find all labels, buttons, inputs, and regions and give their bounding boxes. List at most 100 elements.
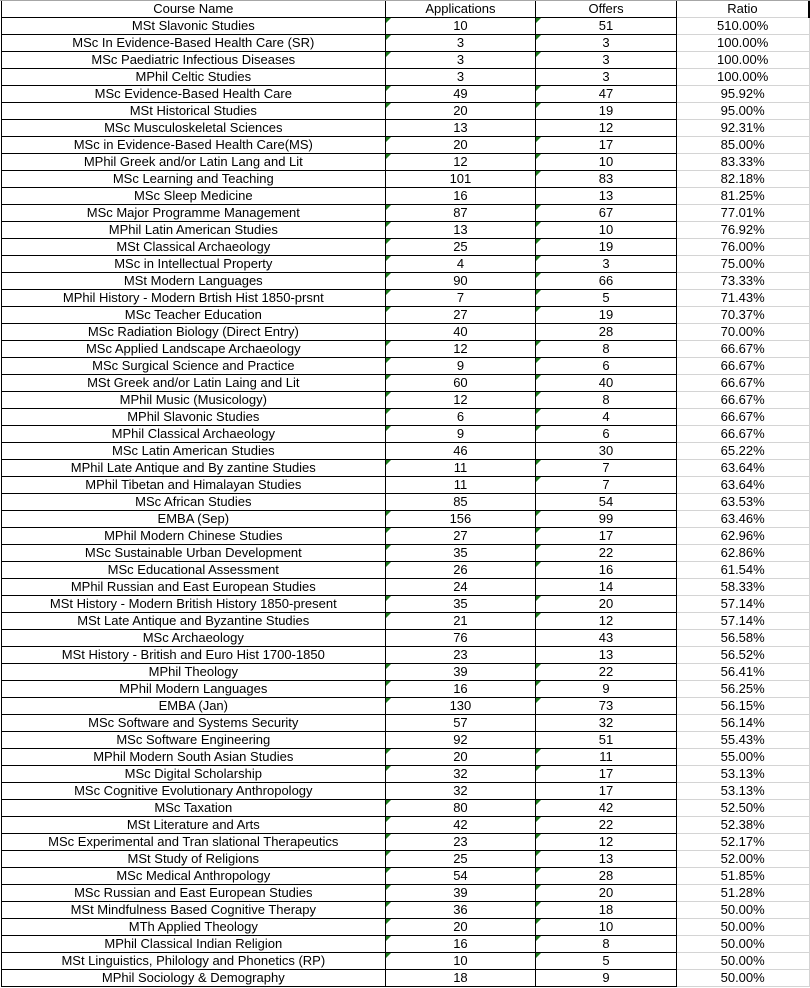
cell-ratio[interactable]: 55.00% [675,748,810,766]
cell-ratio[interactable]: 55.43% [675,731,810,749]
cell-ratio[interactable]: 56.52% [675,646,810,664]
cell-applications[interactable]: 13 [384,221,537,239]
cell-applications[interactable]: 3 [384,51,537,69]
cell-course-name[interactable]: MSt Classical Archaeology [1,238,386,256]
cell-applications[interactable]: 40 [384,323,537,341]
cell-offers[interactable]: 18 [535,901,677,919]
cell-applications[interactable]: 11 [384,459,537,477]
cell-applications[interactable]: 130 [384,697,537,715]
cell-applications[interactable]: 16 [384,935,537,953]
cell-applications[interactable]: 3 [384,68,537,86]
cell-course-name[interactable]: MPhil Slavonic Studies [1,408,386,426]
cell-ratio[interactable]: 70.00% [675,323,810,341]
cell-applications[interactable]: 6 [384,408,537,426]
cell-applications[interactable]: 156 [384,510,537,528]
cell-course-name[interactable]: MSc Digital Scholarship [1,765,386,783]
cell-applications[interactable]: 87 [384,204,537,222]
cell-course-name[interactable]: MSc Medical Anthropology [1,867,386,885]
cell-offers[interactable]: 8 [535,935,677,953]
cell-offers[interactable]: 67 [535,204,677,222]
cell-ratio[interactable]: 92.31% [675,119,810,137]
cell-ratio[interactable]: 50.00% [675,901,810,919]
cell-course-name[interactable]: MSc in Evidence-Based Health Care(MS) [1,136,386,154]
cell-offers[interactable]: 30 [535,442,677,460]
cell-ratio[interactable]: 63.53% [675,493,810,511]
cell-ratio[interactable]: 50.00% [675,969,810,987]
cell-ratio[interactable]: 63.64% [675,459,810,477]
cell-ratio[interactable]: 83.33% [675,153,810,171]
cell-offers[interactable]: 9 [535,969,677,987]
cell-ratio[interactable]: 82.18% [675,170,810,188]
cell-applications[interactable]: 16 [384,187,537,205]
cell-offers[interactable]: 3 [535,34,677,52]
cell-course-name[interactable]: MPhil Latin American Studies [1,221,386,239]
cell-course-name[interactable]: MSc Experimental and Tran slational Ther… [1,833,386,851]
cell-applications[interactable]: 10 [384,952,537,970]
cell-ratio[interactable]: 52.00% [675,850,810,868]
cell-course-name[interactable]: MSc African Studies [1,493,386,511]
cell-course-name[interactable]: MSt Late Antique and Byzantine Studies [1,612,386,630]
cell-ratio[interactable]: 66.67% [675,391,810,409]
cell-applications[interactable]: 24 [384,578,537,596]
cell-offers[interactable]: 54 [535,493,677,511]
cell-ratio[interactable]: 76.92% [675,221,810,239]
cell-applications[interactable]: 39 [384,663,537,681]
cell-applications[interactable]: 39 [384,884,537,902]
cell-ratio[interactable]: 73.33% [675,272,810,290]
cell-ratio[interactable]: 52.38% [675,816,810,834]
cell-applications[interactable]: 46 [384,442,537,460]
cell-offers[interactable]: 10 [535,918,677,936]
cell-ratio[interactable]: 63.46% [675,510,810,528]
cell-course-name[interactable]: MSc Software and Systems Security [1,714,386,732]
cell-course-name[interactable]: MSc Learning and Teaching [1,170,386,188]
cell-applications[interactable]: 25 [384,238,537,256]
cell-ratio[interactable]: 100.00% [675,34,810,52]
cell-applications[interactable]: 92 [384,731,537,749]
cell-ratio[interactable]: 62.96% [675,527,810,545]
cell-applications[interactable]: 60 [384,374,537,392]
cell-applications[interactable]: 20 [384,102,537,120]
cell-offers[interactable]: 17 [535,136,677,154]
cell-offers[interactable]: 3 [535,68,677,86]
cell-course-name[interactable]: MSt Modern Languages [1,272,386,290]
cell-course-name[interactable]: MSc Latin American Studies [1,442,386,460]
cell-offers[interactable]: 40 [535,374,677,392]
cell-applications[interactable]: 85 [384,493,537,511]
cell-course-name[interactable]: MPhil Celtic Studies [1,68,386,86]
cell-applications[interactable]: 25 [384,850,537,868]
cell-applications[interactable]: 80 [384,799,537,817]
cell-offers[interactable]: 22 [535,663,677,681]
header-ratio[interactable]: Ratio [675,1,810,18]
cell-ratio[interactable]: 52.17% [675,833,810,851]
cell-applications[interactable]: 27 [384,306,537,324]
cell-offers[interactable]: 10 [535,221,677,239]
cell-ratio[interactable]: 66.67% [675,425,810,443]
cell-applications[interactable]: 9 [384,425,537,443]
cell-offers[interactable]: 14 [535,578,677,596]
cell-applications[interactable]: 23 [384,646,537,664]
cell-offers[interactable]: 22 [535,816,677,834]
cell-course-name[interactable]: MPhil Sociology & Demography [1,969,386,987]
cell-offers[interactable]: 11 [535,748,677,766]
cell-ratio[interactable]: 61.54% [675,561,810,579]
cell-course-name[interactable]: MPhil Modern South Asian Studies [1,748,386,766]
cell-applications[interactable]: 35 [384,544,537,562]
cell-applications[interactable]: 18 [384,969,537,987]
cell-ratio[interactable]: 77.01% [675,204,810,222]
cell-offers[interactable]: 51 [535,17,677,35]
cell-course-name[interactable]: MSt Mindfulness Based Cognitive Therapy [1,901,386,919]
cell-offers[interactable]: 7 [535,476,677,494]
cell-course-name[interactable]: MSc Major Programme Management [1,204,386,222]
cell-offers[interactable]: 12 [535,612,677,630]
cell-offers[interactable]: 20 [535,595,677,613]
cell-applications[interactable]: 101 [384,170,537,188]
cell-offers[interactable]: 16 [535,561,677,579]
cell-offers[interactable]: 13 [535,187,677,205]
cell-course-name[interactable]: MSt History - British and Euro Hist 1700… [1,646,386,664]
cell-course-name[interactable]: MPhil Music (Musicology) [1,391,386,409]
cell-applications[interactable]: 32 [384,782,537,800]
cell-offers[interactable]: 51 [535,731,677,749]
cell-course-name[interactable]: MPhil Modern Chinese Studies [1,527,386,545]
cell-course-name[interactable]: MSt Study of Religions [1,850,386,868]
cell-ratio[interactable]: 56.14% [675,714,810,732]
